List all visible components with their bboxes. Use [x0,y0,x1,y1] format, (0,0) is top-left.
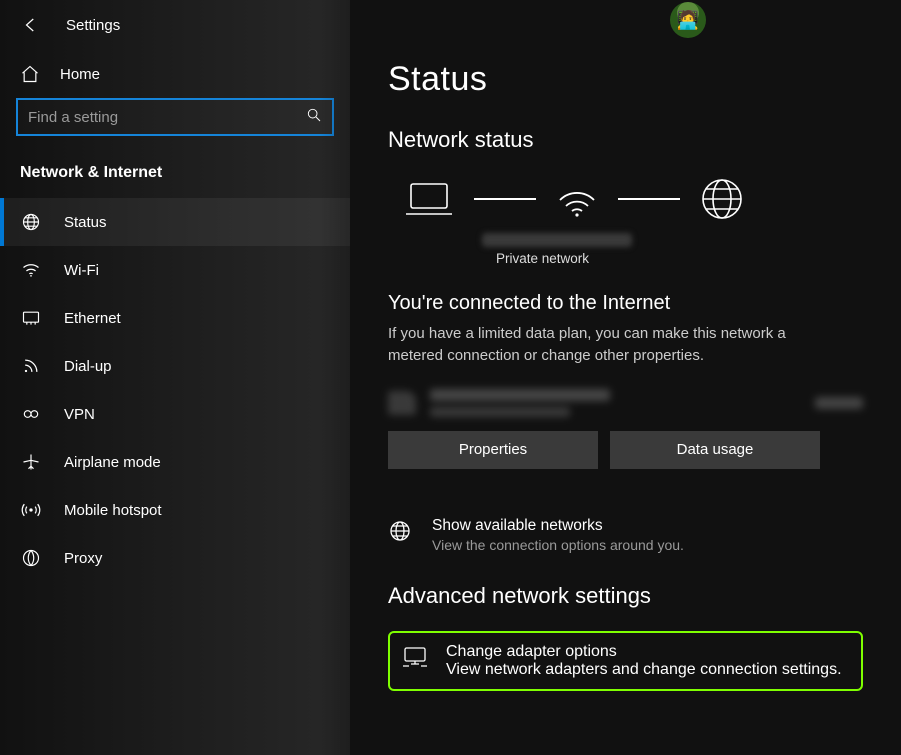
nav-list: Status Wi-Fi Ethernet Dial-up VPN Airplane mo… [0,198,350,582]
proxy-icon [20,548,42,568]
globe-icon [698,175,746,223]
titlebar: Settings [0,14,350,54]
connection-summary-redacted [388,389,863,417]
search-icon [306,107,322,128]
search-box[interactable] [16,98,334,136]
connected-title: You're connected to the Internet [388,292,863,315]
sidebar-item-label: Ethernet [64,310,121,327]
change-adapter-options[interactable]: Change adapter options View network adap… [388,631,863,691]
show-available-networks[interactable]: Show available networks View the connect… [388,515,863,555]
data-usage-button[interactable]: Data usage [610,431,820,469]
properties-button[interactable]: Properties [388,431,598,469]
link-desc: View network adapters and change connect… [446,661,842,679]
page-title: Status [388,60,863,99]
network-diagram [402,175,863,223]
hotspot-icon [20,500,42,520]
button-row: Properties Data usage [388,431,863,469]
back-button[interactable] [20,14,42,36]
sidebar-item-dial-up[interactable]: Dial-up [0,342,350,390]
sidebar-item-label: Status [64,214,107,231]
connector-line [474,198,536,200]
section-title: Network & Internet [0,156,350,198]
sidebar-item-label: Wi-Fi [64,262,99,279]
adapter-icon [402,643,428,679]
sidebar: Settings Home Network & Internet Status W… [0,0,350,755]
search-input[interactable] [28,109,306,126]
home-icon [20,64,42,84]
dialup-icon [20,356,42,376]
laptop-icon [402,178,456,220]
app-title: Settings [66,17,120,34]
sidebar-item-ethernet[interactable]: Ethernet [0,294,350,342]
avatar: 🧑‍💻 [670,2,706,38]
sidebar-item-proxy[interactable]: Proxy [0,534,350,582]
link-title: Show available networks [432,517,684,535]
airplane-icon [20,452,42,472]
link-title: Change adapter options [446,643,842,661]
wifi-icon [554,178,600,220]
connector-line [618,198,680,200]
vpn-icon [20,404,42,424]
advanced-heading: Advanced network settings [388,583,863,609]
network-type-label: Private network [496,251,863,266]
sidebar-item-mobile-hotspot[interactable]: Mobile hotspot [0,486,350,534]
sidebar-item-label: VPN [64,406,95,423]
sidebar-item-label: Airplane mode [64,454,161,471]
main-panel: 🧑‍💻 Status Network status Private networ… [350,0,901,755]
sidebar-item-home[interactable]: Home [0,54,350,98]
network-status-heading: Network status [388,127,863,153]
sidebar-item-label: Proxy [64,550,102,567]
connected-desc: If you have a limited data plan, you can… [388,323,828,367]
wifi-icon [20,260,42,280]
sidebar-item-label: Home [60,66,100,83]
sidebar-item-airplane-mode[interactable]: Airplane mode [0,438,350,486]
link-desc: View the connection options around you. [432,537,684,553]
globe-icon [388,517,414,553]
globe-icon [20,212,42,232]
sidebar-item-label: Mobile hotspot [64,502,162,519]
ssid-redacted [482,233,632,247]
sidebar-item-vpn[interactable]: VPN [0,390,350,438]
sidebar-item-label: Dial-up [64,358,112,375]
sidebar-item-status[interactable]: Status [0,198,350,246]
ethernet-icon [20,308,42,328]
sidebar-item-wi-fi[interactable]: Wi-Fi [0,246,350,294]
